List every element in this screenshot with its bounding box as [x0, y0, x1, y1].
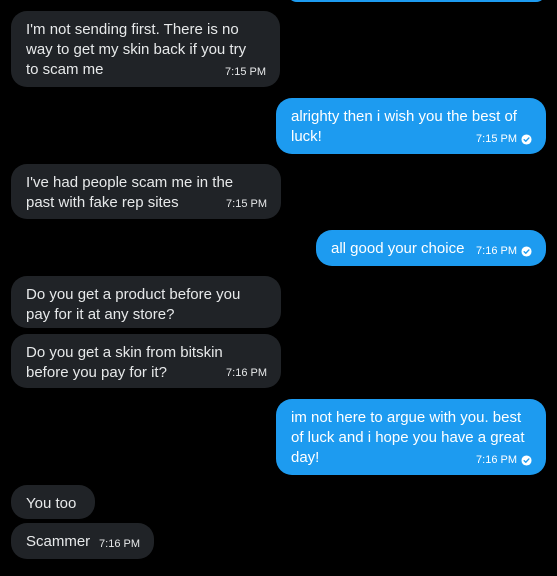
incoming-message[interactable]: You too [11, 485, 95, 519]
incoming-message[interactable]: I'm not sending first. There is no way t… [11, 11, 280, 87]
message-timestamp: 7:15 PM [225, 65, 266, 79]
message-timestamp: 7:16 PM [476, 453, 532, 467]
message-thread: I'm not sending first. There is no way t… [0, 0, 557, 576]
outgoing-message[interactable]: all good your choice 7:16 PM [316, 230, 546, 266]
check-circle-icon [521, 454, 532, 466]
timestamp-text: 7:15 PM [226, 198, 267, 210]
outgoing-message[interactable]: im not here to argue with you. best of l… [276, 399, 546, 475]
message-text: You too [26, 495, 77, 512]
timestamp-text: 7:15 PM [476, 133, 517, 145]
timestamp-text: 7:16 PM [476, 454, 517, 466]
message-text: Do you get a product before you pay for … [26, 286, 241, 323]
timestamp-text: 7:15 PM [225, 66, 266, 78]
message-timestamp: 7:16 PM [476, 244, 532, 258]
check-circle-icon [521, 133, 532, 145]
incoming-message[interactable]: Do you get a product before you pay for … [11, 276, 281, 328]
incoming-message[interactable]: Do you get a skin from bitskin before yo… [11, 334, 281, 388]
timestamp-text: 7:16 PM [476, 245, 517, 257]
incoming-message[interactable]: Scammer 7:16 PM [11, 523, 154, 559]
check-circle-icon [521, 245, 532, 257]
message-timestamp: 7:15 PM [226, 197, 267, 211]
message-timestamp: 7:16 PM [226, 366, 267, 380]
incoming-message[interactable]: I've had people scam me in the past with… [11, 164, 281, 219]
message-timestamp: 7:15 PM [476, 132, 532, 146]
message-timestamp: 7:16 PM [99, 537, 140, 551]
outgoing-message[interactable]: alrighty then i wish you the best of luc… [276, 98, 546, 154]
previous-outgoing-message-edge [287, 0, 546, 2]
timestamp-text: 7:16 PM [226, 367, 267, 379]
timestamp-text: 7:16 PM [99, 538, 140, 550]
